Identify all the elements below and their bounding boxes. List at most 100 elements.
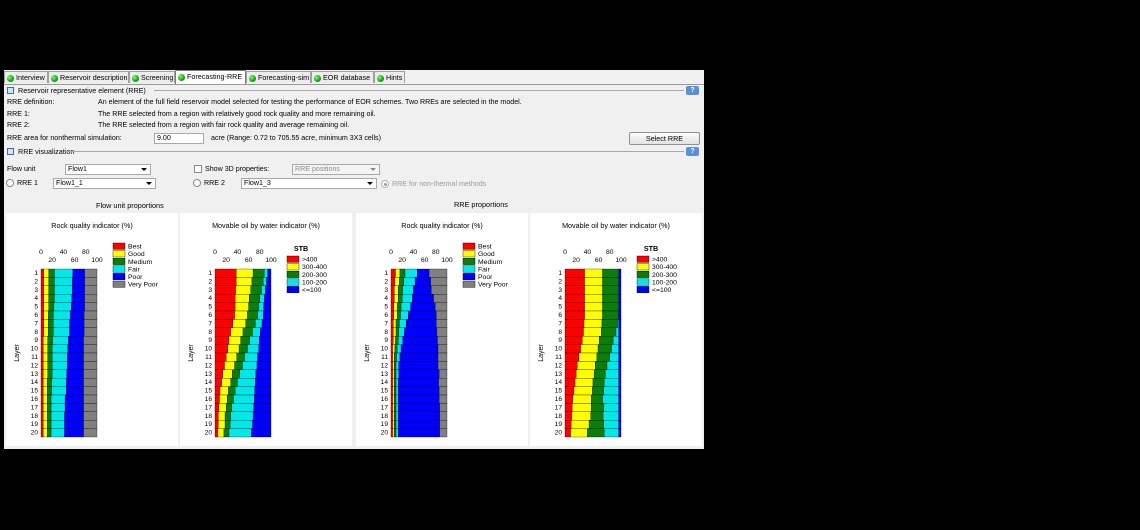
flow-unit-proportions-title: Flow unit proportions <box>96 201 164 210</box>
bar-segment <box>54 268 74 278</box>
legend-label: <=100 <box>302 287 321 294</box>
help-icon[interactable]: ? <box>686 86 699 95</box>
bar-segment <box>40 394 44 404</box>
bar-segment <box>263 277 267 286</box>
tab-forecasting-sim[interactable]: Forecasting-sim <box>246 71 311 83</box>
x-tick-label: 100 <box>441 257 453 264</box>
bar-segment <box>576 369 595 379</box>
tab-eor-database[interactable]: EOR database <box>311 71 374 83</box>
x-tick-label: 0 <box>389 249 393 256</box>
bar-segment <box>617 319 619 328</box>
bar-segment <box>214 294 236 303</box>
bar-segment <box>235 386 255 396</box>
bar-segment <box>71 302 85 312</box>
bar-segment <box>395 411 399 421</box>
x-tick-label: 60 <box>595 257 603 264</box>
bar-segment <box>390 386 393 396</box>
bar-segment <box>390 268 396 278</box>
rre-section-header: Reservoir representative element (RRE) ? <box>4 85 704 96</box>
rre1-select[interactable]: Flow1_1 <box>53 178 156 189</box>
legend-label: 200-300 <box>302 272 327 279</box>
legend-label: Poor <box>128 274 143 281</box>
flow-unit-value: Flow1 <box>68 165 87 173</box>
bar-segment <box>398 327 405 337</box>
x-tick-label: 20 <box>48 257 56 264</box>
bar-segment <box>583 327 602 337</box>
bar-segment <box>43 268 49 278</box>
bar-segment <box>214 386 221 396</box>
select-rre-button[interactable]: Select RRE <box>629 132 700 145</box>
bar-segment <box>217 428 225 438</box>
rre2-radio[interactable] <box>193 179 201 187</box>
bar-segment <box>43 428 48 438</box>
bar-segment <box>64 420 84 429</box>
bar-segment <box>394 294 399 303</box>
bar-segment <box>618 411 622 421</box>
bar-segment <box>43 294 49 303</box>
bar-segment <box>390 428 393 438</box>
bar-segment <box>72 285 85 295</box>
bar-segment <box>48 277 55 286</box>
divider <box>154 90 684 91</box>
bar-segment <box>255 378 272 387</box>
y-tick-label: 7 <box>384 320 388 327</box>
tab-label: Screening <box>141 73 174 82</box>
bar-segment <box>602 310 619 320</box>
bar-segment <box>396 352 401 362</box>
bar-segment <box>395 336 399 345</box>
tab-interview[interactable]: Interview <box>4 71 48 83</box>
rre-area-input[interactable]: 9.00 <box>154 133 204 144</box>
bar-segment <box>580 344 599 354</box>
tab-forecasting-rre[interactable]: Forecasting-RRE <box>175 70 246 84</box>
rre1-radio[interactable] <box>6 179 14 187</box>
y-tick-label: 16 <box>31 396 39 403</box>
flow-unit-select[interactable]: Flow1 <box>65 164 151 175</box>
chart-panel-movable-oil-rre: Movable oil by water indicator (%) 0 20 40 6… <box>530 213 702 446</box>
legend-label: Fair <box>478 266 490 273</box>
bar-segment <box>390 352 393 362</box>
bar-segment <box>390 361 393 370</box>
bar-segment <box>72 268 85 278</box>
bar-segment <box>392 344 396 354</box>
bar-segment <box>582 336 600 345</box>
bar-segment <box>393 327 397 337</box>
show-3d-checkbox[interactable] <box>194 165 202 173</box>
bar-segment <box>47 394 52 404</box>
y-axis-label: Layer <box>364 344 371 362</box>
rre2-select[interactable]: Flow1_3 <box>241 178 377 189</box>
help-icon[interactable]: ? <box>686 147 699 156</box>
y-tick-label: 20 <box>31 430 39 437</box>
tab-hints[interactable]: Hints <box>374 71 405 83</box>
bar-segment <box>390 327 394 337</box>
bar-segment <box>564 294 585 303</box>
bar-segment <box>221 378 231 387</box>
y-tick-label: 11 <box>31 354 38 361</box>
tab-screening[interactable]: Screening <box>129 71 175 83</box>
chart-title: Movable oil by water indicator (%) <box>212 221 320 230</box>
bar-segment <box>47 403 52 412</box>
bar-segment <box>394 361 397 370</box>
y-tick-label: 4 <box>558 295 562 302</box>
bar-segment <box>439 394 448 404</box>
bar-segment <box>398 285 403 295</box>
bar-segment <box>403 277 416 286</box>
bar-segment <box>48 310 54 320</box>
bar-segment <box>399 277 405 286</box>
bar-segment <box>48 285 55 295</box>
bar-segment <box>601 319 618 328</box>
y-tick-label: 17 <box>31 404 39 411</box>
bar-segment <box>83 336 98 345</box>
show-3d-select[interactable]: RRE positions <box>292 164 380 175</box>
y-tick-label: 10 <box>555 346 563 353</box>
y-tick-label: 14 <box>555 379 563 386</box>
bar-segment <box>47 352 53 362</box>
y-tick-label: 16 <box>381 396 389 403</box>
bar-segment <box>395 403 399 412</box>
definition-label: RRE definition: <box>7 98 55 106</box>
bar-segment <box>40 310 44 320</box>
bar-segment <box>390 344 393 354</box>
nonthermal-radio[interactable] <box>381 180 389 188</box>
tab-reservoir-description[interactable]: Reservoir description <box>48 71 129 83</box>
bar-segment <box>43 420 48 429</box>
bar-segment <box>399 352 439 362</box>
